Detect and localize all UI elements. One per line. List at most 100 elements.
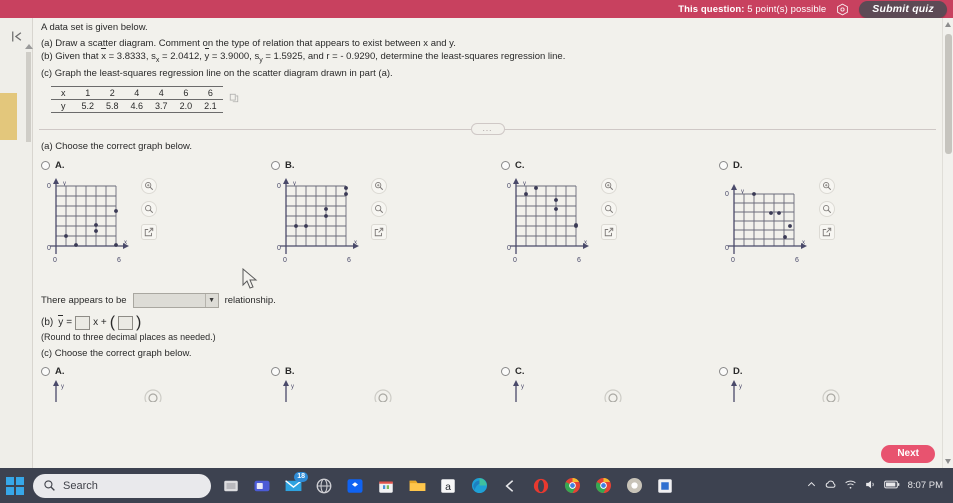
option-c[interactable]: C. 0 y 0 0 6 x [501, 160, 617, 266]
hexagon-help-icon[interactable] [836, 3, 849, 16]
scatter-graph-c[interactable]: 0 y 0 0 6 x [505, 174, 591, 266]
page-scrollbar[interactable] [942, 18, 953, 468]
up-chevron-icon[interactable] [806, 479, 817, 493]
scatter-graph-a[interactable]: 0 y 0 0 6 x [45, 174, 131, 266]
zoom-in-icon[interactable] [141, 177, 157, 194]
widgets-icon[interactable] [251, 475, 273, 497]
option-c-d[interactable]: D. y [719, 366, 853, 407]
windows-start-icon[interactable] [6, 476, 24, 495]
zoom-icon[interactable] [819, 200, 835, 217]
graph-d-tools [819, 174, 835, 240]
scrollbar-up-icon[interactable] [945, 22, 951, 27]
next-button[interactable]: Next [881, 445, 935, 463]
collapse-left-icon[interactable] [6, 26, 26, 46]
radio-c-option-a[interactable] [41, 366, 50, 376]
pop-out-icon[interactable] [819, 223, 835, 240]
zoom-icon[interactable] [601, 200, 617, 217]
option-b[interactable]: B. 0 y 0 0 6 x [271, 160, 387, 266]
zoom-icon[interactable] [371, 200, 387, 217]
scatter-graph-c-c[interactable]: y [505, 379, 635, 407]
question-points-value: 5 point(s) possible [744, 3, 827, 15]
slope-input[interactable] [75, 315, 91, 330]
edge-browser-icon[interactable] [468, 475, 490, 497]
scatter-graph-c-a[interactable]: y [45, 379, 175, 407]
cell-x-4: 6 [173, 85, 199, 100]
option-a[interactable]: A. 0 y 0 0 6 x [41, 160, 157, 266]
file-explorer-icon[interactable] [406, 475, 428, 497]
svg-text:a: a [445, 480, 451, 492]
question-part-b: (b) Given that x = 3.8333, sx = 2.0412, … [41, 48, 942, 67]
svg-text:0: 0 [513, 257, 517, 264]
opera-icon[interactable] [530, 475, 552, 497]
volume-icon[interactable] [864, 478, 877, 494]
option-c-b[interactable]: B. y [271, 366, 405, 407]
cell-x-1: 2 [100, 85, 125, 100]
taskbar-clock[interactable]: 8:07 PM [908, 480, 943, 491]
part-b-sx-value: = 2.0412, [159, 51, 205, 62]
chrome-icon[interactable] [561, 475, 583, 497]
option-d[interactable]: D. 0 y 0 0 6 x [719, 160, 835, 266]
mail-icon[interactable]: 18 [282, 471, 308, 497]
zoom-in-icon[interactable] [601, 177, 617, 194]
copy-icon[interactable] [229, 90, 239, 103]
relationship-suffix: relationship. [224, 294, 276, 306]
open-paren: ( [109, 313, 116, 331]
zoom-in-icon[interactable] [371, 177, 387, 194]
scroll-up-caret-icon[interactable] [25, 44, 33, 49]
more-options-icon[interactable]: ... [470, 122, 505, 135]
cell-y-0: 5.2 [75, 99, 101, 113]
submit-quiz-button[interactable]: Submit quiz [859, 0, 947, 18]
radio-c-option-c[interactable] [501, 366, 510, 376]
dropbox-icon[interactable] [344, 475, 366, 497]
calculator-icon[interactable] [654, 475, 676, 497]
option-a-letter: A. [55, 159, 65, 171]
scrollbar-down-icon[interactable] [945, 459, 951, 464]
svg-text:0: 0 [283, 257, 287, 264]
scatter-graph-b[interactable]: 0 y 0 0 6 x [275, 174, 361, 266]
option-c-a[interactable]: A. y [41, 366, 175, 407]
zoom-icon[interactable] [141, 200, 157, 217]
pop-out-icon[interactable] [601, 223, 617, 240]
radio-option-d[interactable] [719, 160, 728, 170]
svg-text:6: 6 [117, 257, 121, 264]
chevron-down-icon[interactable]: ▼ [204, 293, 218, 307]
cell-x-0: 1 [75, 85, 101, 100]
scatter-graph-c-b[interactable]: y [275, 379, 405, 407]
c-option-b-letter: B. [285, 365, 295, 377]
inner-scrollbar[interactable] [24, 44, 33, 144]
search-icon [44, 480, 55, 491]
svg-text:0: 0 [731, 257, 735, 264]
back-arrow-icon[interactable] [499, 475, 521, 497]
inner-scroll-track[interactable] [26, 52, 31, 142]
relationship-dropdown[interactable]: ▼ [132, 292, 219, 308]
radio-c-option-d[interactable] [719, 366, 728, 376]
chrome-icon-2[interactable] [592, 475, 614, 497]
store-icon[interactable] [375, 475, 397, 497]
scatter-graph-d[interactable]: 0 y 0 0 6 x [723, 174, 809, 266]
pop-out-icon[interactable] [371, 223, 387, 240]
scatter-graph-c-d[interactable]: y [723, 379, 853, 407]
pop-out-icon[interactable] [141, 223, 157, 240]
radio-option-a[interactable] [41, 160, 50, 170]
cell-y-3: 3.7 [149, 99, 174, 113]
chrome-icon-3[interactable] [623, 475, 645, 497]
radio-option-c[interactable] [501, 160, 510, 170]
battery-icon[interactable] [883, 479, 900, 493]
part-b-ybar-value: = 3.9000, [209, 51, 255, 62]
part-b-xbar-value: = 3.8333, [105, 51, 152, 62]
search-input[interactable]: Search [33, 473, 211, 498]
radio-option-b[interactable] [271, 160, 280, 170]
zoom-in-icon[interactable] [819, 177, 835, 194]
cell-y-5: 2.1 [198, 99, 223, 113]
onedrive-icon[interactable] [824, 478, 837, 494]
intercept-input[interactable] [118, 315, 134, 330]
radio-c-option-b[interactable] [271, 366, 280, 376]
part-b-r-value: - 0.9290, determine the least-squares re… [340, 51, 566, 62]
scrollbar-thumb[interactable] [945, 34, 952, 154]
edge-globe-icon[interactable] [313, 475, 335, 497]
svg-text:y: y [521, 384, 524, 390]
amazon-icon[interactable]: a [437, 475, 459, 497]
task-view-icon[interactable] [220, 475, 242, 497]
wifi-icon[interactable] [844, 478, 857, 494]
option-c-c[interactable]: C. y [501, 366, 635, 407]
